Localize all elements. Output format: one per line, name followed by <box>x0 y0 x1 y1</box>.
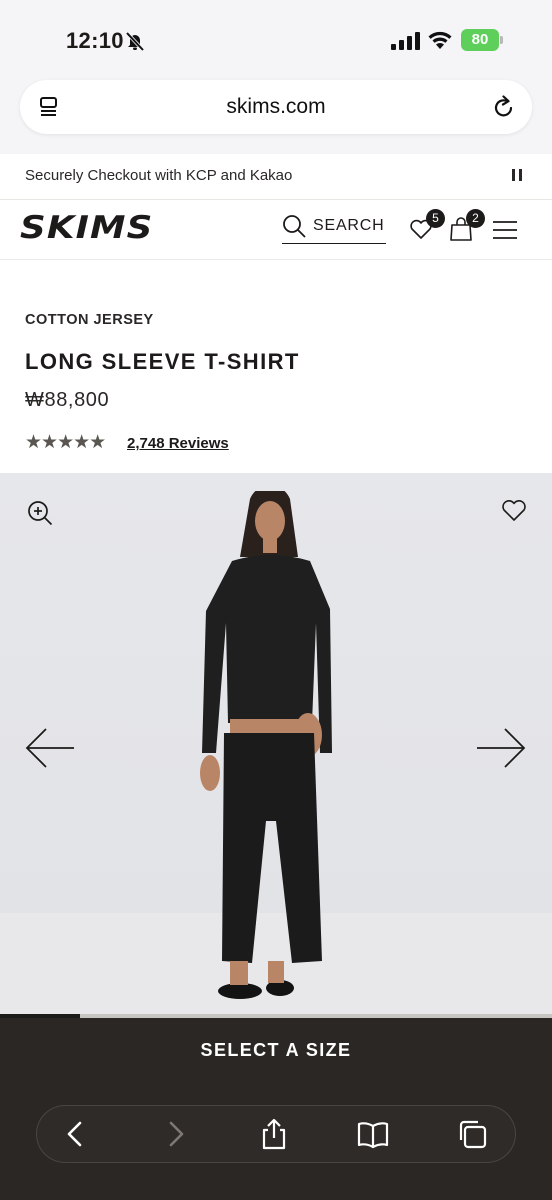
product-category: COTTON JERSEY <box>25 312 154 328</box>
wishlist-count-badge: 5 <box>426 209 445 228</box>
menu-icon[interactable] <box>492 219 518 241</box>
pause-icon[interactable] <box>512 169 524 183</box>
cart-count-badge: 2 <box>466 209 485 228</box>
zoom-in-icon[interactable] <box>27 500 53 526</box>
address-bar[interactable]: skims.com <box>20 80 532 134</box>
url-text[interactable]: skims.com <box>20 95 532 119</box>
browser-toolbar <box>0 1090 552 1200</box>
arrow-right-icon[interactable] <box>476 727 526 769</box>
wifi-icon <box>428 31 452 49</box>
arrow-left-icon[interactable] <box>25 727 75 769</box>
site-header: SKIMS SEARCH 5 2 <box>0 200 552 260</box>
product-photo <box>200 491 332 999</box>
battery-cap <box>500 36 503 44</box>
bell-slash-icon <box>125 31 145 52</box>
search-button[interactable]: SEARCH <box>282 213 386 244</box>
cart-button[interactable]: 2 <box>449 209 485 244</box>
signal-icon <box>391 32 420 50</box>
forward-icon[interactable] <box>159 1118 193 1150</box>
rating-stars: ★★★★★ <box>25 432 106 453</box>
promo-text: Securely Checkout with KCP and Kakao <box>25 167 293 184</box>
reload-icon[interactable] <box>492 94 516 120</box>
wishlist-button[interactable]: 5 <box>409 209 445 244</box>
status-bar: 12:10 80 <box>0 0 552 80</box>
select-size-button[interactable]: SELECT A SIZE <box>0 1018 552 1090</box>
select-size-label: SELECT A SIZE <box>200 1040 352 1060</box>
back-icon[interactable] <box>58 1118 92 1150</box>
bookmarks-icon[interactable] <box>356 1118 390 1150</box>
toolbar-pill <box>36 1105 516 1163</box>
heart-icon[interactable] <box>501 498 527 522</box>
battery-indicator: 80 <box>461 29 503 51</box>
browser-chrome: skims.com <box>0 80 552 154</box>
status-time: 12:10 <box>66 28 124 53</box>
share-icon[interactable] <box>257 1118 291 1150</box>
search-label: SEARCH <box>313 217 385 234</box>
product-title: LONG SLEEVE T-SHIRT <box>25 349 300 374</box>
search-icon <box>283 215 306 238</box>
product-image-gallery[interactable] <box>0 473 552 1015</box>
promo-banner: Securely Checkout with KCP and Kakao <box>0 154 552 200</box>
skims-logo[interactable]: SKIMS <box>20 210 153 246</box>
tabs-icon[interactable] <box>456 1118 490 1150</box>
reviews-link[interactable]: 2,748 Reviews <box>127 435 229 452</box>
battery-level: 80 <box>461 29 499 51</box>
product-price: ₩88,800 <box>25 389 110 411</box>
